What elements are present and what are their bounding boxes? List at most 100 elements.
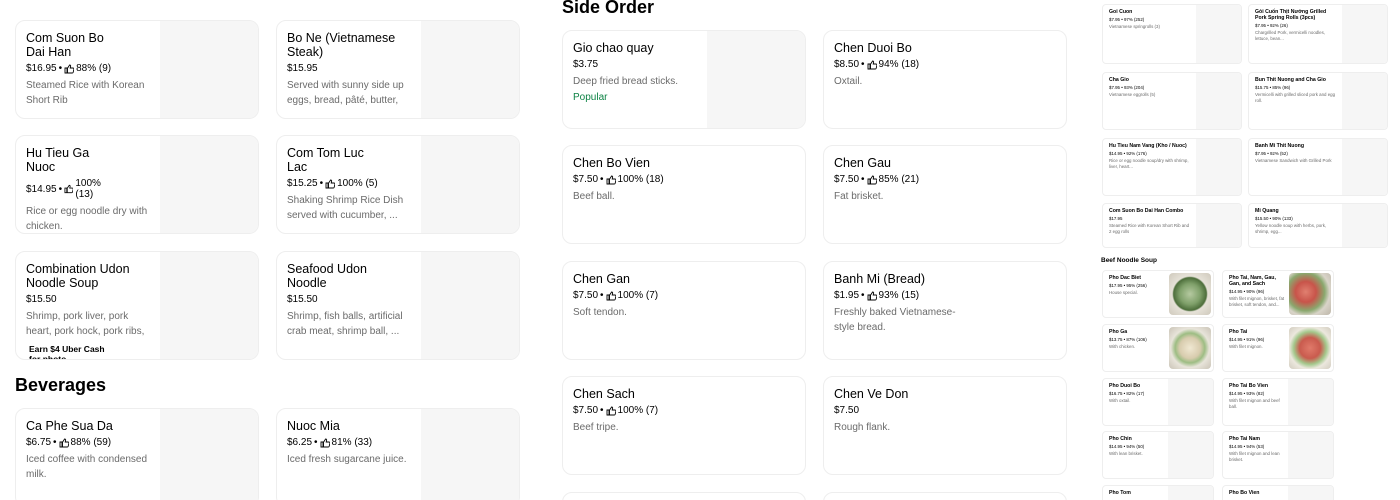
item-price: $7.50 [573,405,599,416]
menu-item-card[interactable]: Gio chao quay $3.75 Deep fried bread sti… [562,30,806,129]
mini-item-name: Cha Gio [1109,77,1129,83]
mini-item-name: Pho Tai Nam [1229,436,1261,442]
mini-item-card[interactable]: Pho Bo Vien [1222,485,1334,500]
pho-photo [1169,273,1211,315]
mini-item-name: Gỏi Cuốn Thịt Nướng Grilled Pork Spring … [1255,9,1327,21]
item-price-value: $15.95 [287,63,318,74]
uber-cash-promo[interactable]: Earn $4 Uber Cash for photo [29,344,118,359]
item-image [160,136,258,233]
mini-item-name: Com Suon Bo Dai Han Combo [1109,208,1184,214]
thumbs-up-icon [867,60,877,69]
mini-item-card[interactable]: Pho Tai, Nam, Gau, Gan, and Sach $14.95 •… [1222,270,1334,318]
mini-item-name: Pho Duoi Bo [1109,383,1141,389]
mini-item-name: Banh Mi Thit Nuong [1255,143,1304,149]
mini-item-image [1342,5,1387,63]
item-name: Banh Mi (Bread) [834,272,926,286]
mini-item-card[interactable]: Bun Thit Nuong and Cha Gio $15.75 • 85% (… [1248,72,1388,130]
mini-item-meta: $14.95 • 94% (50) [1109,444,1145,449]
mini-item-card[interactable]: Goi Cuon $7.95 • 97% (252) Vietnamese spri… [1102,4,1242,64]
item-description: Iced coffee with condensed milk. [26,454,148,480]
mini-item-image [1288,432,1333,478]
menu-item-card[interactable]: Com Suon Bo Dai Han $16.95 • 88% (9) Stea… [15,20,259,119]
mini-item-name: Pho Ga [1109,329,1128,335]
mini-item-card[interactable]: Gỏi Cuốn Thịt Nướng Grilled Pork Spring … [1248,4,1388,64]
item-name: Com Suon Bo Dai Han [26,31,104,59]
menu-item-card[interactable]: Hu Tieu Ga Nuoc $14.95 • 100% (13) Rice o… [15,135,259,234]
item-name: Bo Ne (Vietnamese Steak) [287,31,396,59]
mini-item-name: Pho Tai, Nam, Gau, Gan, and Sach [1229,275,1276,287]
mini-item-meta: $16.75 • 82% (17) [1109,391,1145,396]
item-price: $15.25 [287,178,318,189]
menu-preview-panel: Goi Cuon $7.95 • 97% (252) Vietnamese spri… [1100,0,1390,500]
mini-item-card[interactable]: Pho Dac Biet $17.95 • 95% (256) House spec… [1102,270,1214,318]
menu-item-card[interactable]: Bo Ne (Vietnamese Steak) $15.95 Served w… [276,20,520,119]
menu-item-card[interactable]: Combination Udon Noodle Soup $15.50 Shri… [15,251,259,360]
item-price: $7.50 [834,405,1056,416]
mini-item-meta: $17.95 • 95% (256) [1109,283,1147,288]
menu-item-card[interactable]: Chen Bo Vien $7.50 • 100% (18) Beef ball. [562,145,806,244]
menu-item-card[interactable]: Chen Gan $7.50 • 100% (7) Soft tendon. [562,261,806,360]
item-description: Freshly baked Vietnamese-style bread. [834,307,956,333]
mini-item-card[interactable]: Pho Tai Nam $14.95 • 94% (53) With filet m… [1222,431,1334,479]
item-price-rating: $16.95 • 88% (9) [26,63,112,74]
item-price-rating: $6.25 • 81% (33) [287,437,373,448]
mini-item-image [1168,379,1213,425]
item-name: Combination Udon Noodle Soup [26,262,130,290]
mini-item-card[interactable]: Banh Mi Thit Nuong $7.95 • 92% (52) Vietna… [1248,138,1388,196]
mini-item-name: Pho Chin [1109,436,1132,442]
menu-item-card[interactable]: Chen Sach $7.50 • 100% (7) Beef tripe. [562,376,806,475]
mini-item-card[interactable]: Cha Gio $7.95 • 93% (204) Vietnamese eggro… [1102,72,1242,130]
item-price-rating: $7.50 • 100% (7) [573,290,659,301]
mini-item-card[interactable]: Hu Tieu Nam Vang (Kho / Nuoc) $14.95 • 92… [1102,138,1242,196]
mini-item-image [1342,139,1387,195]
mini-item-image [1196,139,1241,195]
mini-item-card[interactable]: Pho Tai Bo Vien $14.95 • 93% (82) With fil… [1222,378,1334,426]
item-image [421,409,519,500]
mini-item-meta: $14.95 • 91% (96) [1229,337,1265,342]
item-price-rating: $6.75 • 88% (59) [26,437,112,448]
item-image [160,21,258,118]
menu-item-card[interactable]: Seafood Udon Noodle $15.50 Shrimp, fish … [276,251,520,360]
item-price-value: $15.50 [287,294,318,305]
item-description: Deep fried bread sticks. [573,76,679,87]
mini-item-card[interactable]: Mi Quang $15.50 • 90% (133) Yellow noodle … [1248,203,1388,248]
mini-item-image [1288,379,1333,425]
pho-photo [1289,273,1331,315]
mini-item-image [1196,5,1241,63]
mini-item-desc: With oxtail. [1109,398,1131,403]
thumbs-up-icon [867,291,877,300]
menu-item-card[interactable] [562,492,806,500]
item-price: $14.95 [26,183,57,195]
mini-item-card[interactable]: Pho Tai $14.95 • 91% (96) With filet migno… [1222,324,1334,372]
pho-photo [1289,327,1331,369]
mini-item-card[interactable]: Pho Tom [1102,485,1214,500]
item-price-value: $15.50 [26,294,57,305]
item-price: $3.75 [573,59,665,70]
item-rating: 85% (21) [878,174,920,185]
menu-item-card[interactable]: Nuoc Mia $6.25 • 81% (33) Iced fresh suga… [276,408,520,500]
mini-item-name: Hu Tieu Nam Vang (Kho / Nuoc) [1109,143,1187,149]
item-price-value: $7.50 [834,405,860,416]
menu-item-card[interactable]: Banh Mi (Bread) $1.95 • 93% (15) Freshly … [823,261,1067,360]
menu-item-card[interactable] [823,492,1067,500]
item-price-value: $3.75 [573,59,599,70]
mini-item-card[interactable]: Com Suon Bo Dai Han Combo $17.95 Steamed R… [1102,203,1242,248]
menu-item-card[interactable]: Ca Phe Sua Da $6.75 • 88% (59) Iced coffe… [15,408,259,500]
menu-item-card[interactable]: Chen Gau $7.50 • 85% (21) Fat brisket. [823,145,1067,244]
menu-item-card[interactable]: Chen Duoi Bo $8.50 • 94% (18) Oxtail. [823,30,1067,129]
item-image [707,31,805,128]
item-price: $7.50 [573,174,599,185]
item-image [421,136,519,233]
mini-item-desc: With chicken. [1109,344,1136,349]
thumbs-up-icon [59,438,69,447]
mini-item-card[interactable]: Pho Duoi Bo $16.75 • 82% (17) With oxtail. [1102,378,1214,426]
mini-item-card[interactable]: Pho Chin $14.95 • 94% (50) With lean brisk… [1102,431,1214,479]
mini-item-image [1196,73,1241,129]
mini-item-card[interactable]: Pho Ga $13.75 • 87% (106) With chicken. [1102,324,1214,372]
thumbs-up-icon [606,406,616,415]
item-name: Nuoc Mia [287,419,340,433]
mini-item-image [1196,204,1241,247]
mini-item-image [1342,204,1387,247]
menu-item-card[interactable]: Com Tom Luc Lac $15.25 • 100% (5) Shaking… [276,135,520,234]
menu-item-card[interactable]: Chen Ve Don $7.50 Rough flank. [823,376,1067,475]
